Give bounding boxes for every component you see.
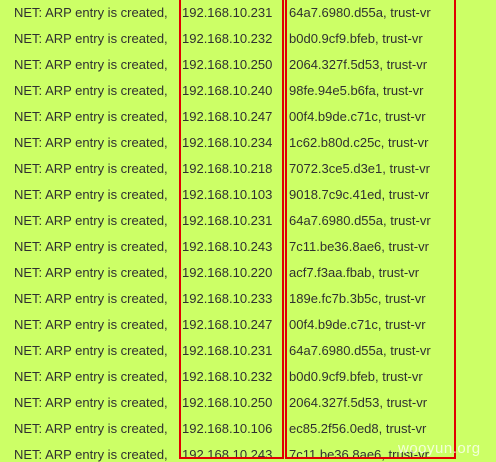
log-message-prefix: NET: ARP entry is created,: [14, 421, 168, 436]
watermark: wooyun.org: [398, 440, 481, 457]
log-message-prefix: NET: ARP entry is created,: [14, 57, 168, 72]
log-message-prefix: NET: ARP entry is created,: [14, 369, 168, 384]
log-message-prefix: NET: ARP entry is created,: [14, 31, 168, 46]
arp-log-view: NET: ARP entry is created, 192.168.10.231…: [0, 0, 496, 462]
log-message-prefix: NET: ARP entry is created,: [14, 135, 168, 150]
ip-column-highlight: [179, 0, 284, 459]
log-message-prefix: NET: ARP entry is created,: [14, 265, 168, 280]
log-message-prefix: NET: ARP entry is created,: [14, 213, 168, 228]
log-message-prefix: NET: ARP entry is created,: [14, 83, 168, 98]
log-message-prefix: NET: ARP entry is created,: [14, 343, 168, 358]
log-message-prefix: NET: ARP entry is created,: [14, 395, 168, 410]
log-message-prefix: NET: ARP entry is created,: [14, 291, 168, 306]
log-message-prefix: NET: ARP entry is created,: [14, 239, 168, 254]
log-message-prefix: NET: ARP entry is created,: [14, 161, 168, 176]
mac-column-highlight: [285, 0, 456, 459]
log-message-prefix: NET: ARP entry is created,: [14, 447, 168, 462]
log-message-prefix: NET: ARP entry is created,: [14, 317, 168, 332]
log-message-prefix: NET: ARP entry is created,: [14, 5, 168, 20]
log-message-prefix: NET: ARP entry is created,: [14, 109, 168, 124]
log-message-prefix: NET: ARP entry is created,: [14, 187, 168, 202]
